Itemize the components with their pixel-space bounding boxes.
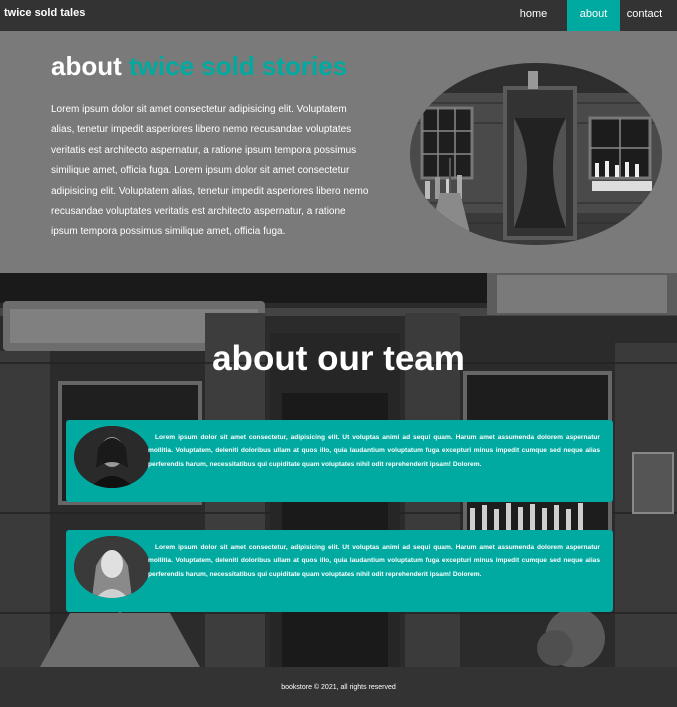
team-member-avatar (74, 426, 150, 488)
shop-front-image (410, 63, 662, 245)
team-title: about our team (212, 339, 465, 378)
about-title: about twice sold stories (51, 51, 347, 82)
about-paragraph: Lorem ipsum dolor sit amet consectetur a… (51, 104, 369, 238)
navbar: twice sold tales home about contact (0, 0, 677, 31)
brand-logo-text[interactable]: twice sold tales (4, 7, 85, 19)
nav-link-about[interactable]: about (567, 0, 620, 31)
team-member-bio: Lorem ipsum dolor sit amet consectetur, … (148, 434, 600, 468)
team-member-bio: Lorem ipsum dolor sit amet consectetur, … (148, 544, 600, 578)
team-member-card: Lorem ipsum dolor sit amet consectetur, … (66, 420, 613, 502)
team-member-card: Lorem ipsum dolor sit amet consectetur, … (66, 530, 613, 612)
about-title-prefix: about (51, 51, 122, 81)
team-section: about our team Lorem ipsum dolor sit ame… (0, 273, 677, 667)
nav-link-home[interactable]: home (512, 0, 555, 31)
about-title-accent: twice sold stories (129, 51, 348, 81)
team-member-avatar (74, 536, 150, 598)
nav-link-contact[interactable]: contact (622, 0, 667, 31)
footer-copyright: bookstore © 2021, all rights reserved (281, 684, 396, 691)
about-section: about twice sold stories Lorem ipsum dol… (0, 31, 677, 273)
footer: bookstore © 2021, all rights reserved (0, 667, 677, 707)
